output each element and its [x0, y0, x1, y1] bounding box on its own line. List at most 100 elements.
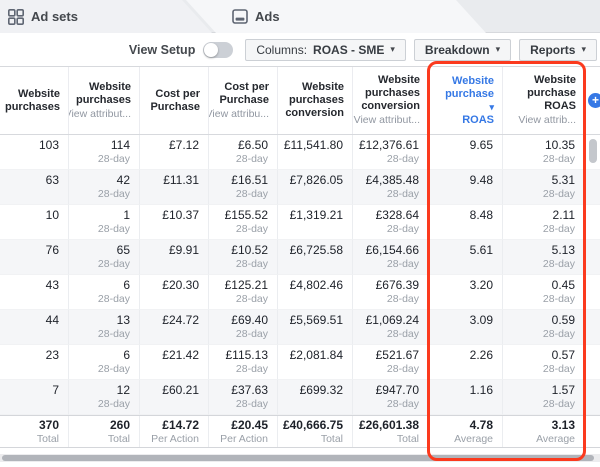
- table-cell: 65 28-day: [69, 240, 140, 275]
- cell-value: 3.20: [469, 278, 493, 292]
- totals-value: £26,601.38: [358, 418, 419, 432]
- table-cell: 42 28-day: [69, 170, 140, 205]
- table-cell: £521.67 28-day: [353, 345, 429, 380]
- cell-value: 2.26: [469, 348, 493, 362]
- cell-value: 103: [38, 138, 59, 152]
- scrollbar-gutter-cell: [585, 170, 600, 205]
- ads-manager-window: Ad sets Ads View Setup Columns: ROAS - S…: [0, 0, 600, 467]
- table-row[interactable]: 43 6 28-day £20.30 £125.21 28-day £4,802.46 £67…: [0, 275, 600, 310]
- cell-value: £6,154.66: [365, 243, 419, 257]
- attribution-window-label: 28-day: [386, 328, 419, 340]
- horizontal-scrollbar-thumb[interactable]: [2, 455, 594, 461]
- tab-ads[interactable]: Ads: [186, 0, 486, 33]
- table-row[interactable]: 7 12 28-day £60.21 £37.63 28-day £699.32 £947.7…: [0, 380, 600, 415]
- reports-button[interactable]: Reports ▾: [519, 38, 597, 61]
- cell-value: £24.72: [162, 313, 199, 327]
- cell-value: £10.37: [162, 208, 199, 222]
- column-header[interactable]: Cost per Purchase View attribu...: [209, 67, 278, 134]
- column-header[interactable]: Website purchases conversion View attribu…: [353, 67, 429, 134]
- table-cell: 114 28-day: [69, 135, 140, 170]
- totals-label: Per Action: [220, 433, 268, 445]
- attribution-window-label: 28-day: [235, 223, 268, 235]
- table-cell: 3.09: [429, 310, 503, 345]
- column-header[interactable]: Website purchase ▾ ROAS: [429, 67, 503, 134]
- column-header[interactable]: Website purchases View attribut...: [69, 67, 140, 134]
- totals-value: 370: [38, 418, 59, 432]
- cell-value: 5.61: [469, 243, 493, 257]
- cell-value: 76: [45, 243, 59, 257]
- cell-value: 5.13: [551, 243, 575, 257]
- table-cell: 23: [0, 345, 69, 380]
- table-cell: £7,826.05: [278, 170, 353, 205]
- table-cell: 76: [0, 240, 69, 275]
- table-cell: £6,725.58: [278, 240, 353, 275]
- view-attribution-link[interactable]: View attribut...: [354, 114, 420, 127]
- view-attribution-link[interactable]: View attribu...: [209, 108, 269, 121]
- table-row[interactable]: 10 1 28-day £10.37 £155.52 28-day £1,319.21 £32…: [0, 205, 600, 240]
- table-cell: 9.65: [429, 135, 503, 170]
- cell-value: £9.91: [168, 243, 199, 257]
- metrics-table: Website purchases Website purchases View a…: [0, 66, 600, 448]
- column-header[interactable]: Website purchase ROAS View attrib...: [503, 67, 585, 134]
- table-cell: £6.50 28-day: [209, 135, 278, 170]
- cell-value: £6.50: [237, 138, 268, 152]
- attribution-window-label: 28-day: [97, 398, 130, 410]
- table-cell: £6,154.66 28-day: [353, 240, 429, 275]
- attribution-window-label: 28-day: [386, 258, 419, 270]
- table-row[interactable]: 103 114 28-day £7.12 £6.50 28-day £11,541.80 £1…: [0, 135, 600, 170]
- cell-value: £699.32: [299, 383, 343, 397]
- table-cell: £1,319.21: [278, 205, 353, 240]
- attribution-window-label: 28-day: [97, 293, 130, 305]
- tab-ads-label: Ads: [255, 9, 280, 24]
- cell-value: £37.63: [231, 383, 268, 397]
- vertical-scrollbar[interactable]: [589, 139, 597, 163]
- breakdown-button[interactable]: Breakdown ▾: [413, 38, 512, 61]
- columns-button[interactable]: Columns: ROAS - SME ▾: [245, 38, 406, 61]
- attribution-window-label: 28-day: [97, 223, 130, 235]
- column-header[interactable]: Cost per Purchase: [140, 67, 209, 134]
- totals-label: Per Action: [151, 433, 199, 445]
- add-column-button[interactable]: +: [588, 93, 600, 108]
- view-attribution-link[interactable]: View attrib...: [518, 114, 576, 127]
- table-cell: 1.57 28-day: [503, 380, 585, 415]
- attribution-window-label: 28-day: [235, 398, 268, 410]
- tab-ad-sets[interactable]: Ad sets: [0, 0, 212, 33]
- horizontal-scrollbar[interactable]: [0, 454, 600, 462]
- column-header-title: Website purchase ▾ ROAS: [431, 75, 494, 127]
- table-cell: 5.31 28-day: [503, 170, 585, 205]
- attribution-window-label: 28-day: [386, 153, 419, 165]
- table-header-row: Website purchases Website purchases View a…: [0, 66, 600, 135]
- column-header[interactable]: Website purchases conversion: [278, 67, 353, 134]
- view-setup-toggle[interactable]: [203, 41, 234, 58]
- table-row[interactable]: 76 65 28-day £9.91 £10.52 28-day £6,725.58 £6,1…: [0, 240, 600, 275]
- totals-cell: £40,666.75 Total: [278, 416, 353, 447]
- table-cell: £4,802.46: [278, 275, 353, 310]
- table-row[interactable]: 23 6 28-day £21.42 £115.13 28-day £2,081.84 £52…: [0, 345, 600, 380]
- table-cell: 8.48: [429, 205, 503, 240]
- attribution-window-label: 28-day: [235, 153, 268, 165]
- cell-value: £947.70: [375, 383, 419, 397]
- columns-value: ROAS - SME: [313, 42, 385, 57]
- attribution-window-label: 28-day: [542, 153, 575, 165]
- table-cell: 0.45 28-day: [503, 275, 585, 310]
- attribution-window-label: 28-day: [97, 188, 130, 200]
- attribution-window-label: 28-day: [542, 328, 575, 340]
- totals-cell: £20.45 Per Action: [209, 416, 278, 447]
- table-cell: £7.12: [140, 135, 209, 170]
- totals-cell: £14.72 Per Action: [140, 416, 209, 447]
- cell-value: 44: [45, 313, 59, 327]
- table-cell: 44: [0, 310, 69, 345]
- columns-prefix: Columns:: [256, 42, 308, 57]
- table-row[interactable]: 44 13 28-day £24.72 £69.40 28-day £5,569.51 £1,…: [0, 310, 600, 345]
- cell-value: 23: [45, 348, 59, 362]
- cell-value: 1.57: [551, 383, 575, 397]
- cell-value: £521.67: [375, 348, 419, 362]
- cell-value: 6: [123, 278, 130, 292]
- ad-sets-grid-icon: [8, 8, 24, 25]
- column-header[interactable]: Website purchases: [0, 67, 69, 134]
- table-row[interactable]: 63 42 28-day £11.31 £16.51 28-day £7,826.05 £4,…: [0, 170, 600, 205]
- view-attribution-link[interactable]: View attribut...: [69, 108, 131, 121]
- column-header-title: Website purchases conversion: [285, 81, 344, 119]
- cell-value: 3.09: [469, 313, 493, 327]
- table-cell: 63: [0, 170, 69, 205]
